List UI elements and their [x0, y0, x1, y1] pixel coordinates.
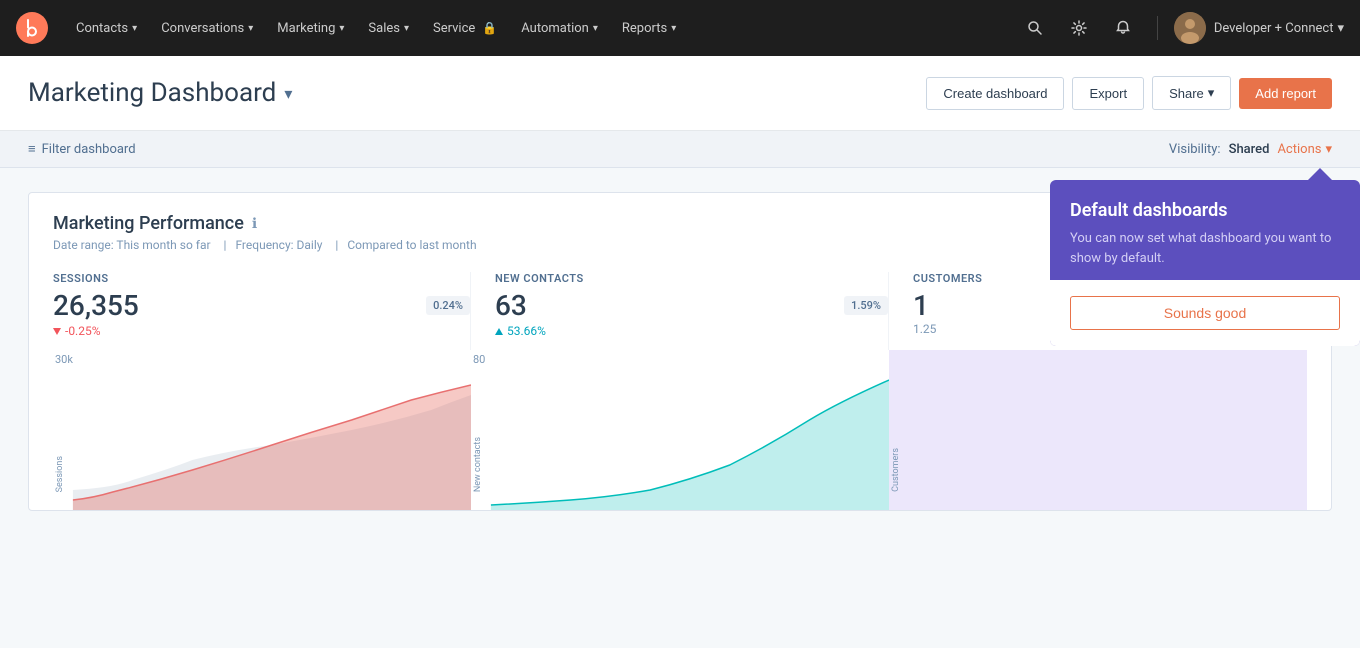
sounds-good-button[interactable]: Sounds good [1070, 296, 1340, 330]
filter-bar: ≡ Filter dashboard Visibility: Shared Ac… [0, 131, 1360, 168]
chart-new-contacts: 80 New contacts [471, 350, 889, 510]
nav-item-service[interactable]: Service 🔒 [421, 0, 509, 56]
trend-down-icon [53, 328, 61, 335]
nav-right: Developer + Connect ▾ [1017, 10, 1344, 46]
export-button[interactable]: Export [1072, 77, 1144, 110]
y-label-contacts: New contacts [473, 437, 483, 492]
nav-item-contacts[interactable]: Contacts ▾ [64, 0, 149, 56]
header-actions: Create dashboard Export Share ▾ Add repo… [926, 76, 1332, 110]
chevron-down-icon: ▾ [1337, 21, 1344, 36]
popup-description: You can now set what dashboard you want … [1070, 229, 1340, 268]
metric-sessions: SESSIONS 26,355 0.24% -0.25% [53, 272, 471, 350]
add-report-button[interactable]: Add report [1239, 78, 1332, 109]
chevron-down-icon: ▾ [404, 23, 409, 34]
title-wrap: Marketing Dashboard ▾ [28, 78, 292, 108]
nav-item-automation[interactable]: Automation ▾ [509, 0, 610, 56]
metric-value-row: 63 1.59% [495, 289, 888, 322]
metric-change-contacts: 53.66% [495, 324, 888, 338]
nav-item-reports[interactable]: Reports ▾ [610, 0, 688, 56]
nav-items: Contacts ▾ Conversations ▾ Marketing ▾ S… [64, 0, 1017, 56]
hubspot-logo[interactable] [16, 12, 48, 44]
y-label-sessions: Sessions [55, 456, 65, 492]
popup-footer: Sounds good [1050, 280, 1360, 346]
avatar[interactable] [1174, 12, 1206, 44]
chevron-down-icon: ▾ [593, 23, 598, 34]
page-title: Marketing Dashboard [28, 78, 276, 108]
chevron-down-icon: ▾ [1325, 142, 1332, 157]
chart-customers: Customers [889, 350, 1307, 510]
nav-item-sales[interactable]: Sales ▾ [356, 0, 421, 56]
filter-right: Visibility: Shared Actions ▾ [1169, 142, 1332, 157]
y-axis-label-top: 80 [473, 354, 485, 365]
lock-icon: 🔒 [482, 21, 497, 35]
metric-value-row: 26,355 0.24% [53, 289, 470, 322]
metric-change-sessions: -0.25% [53, 324, 470, 338]
page-title-chevron[interactable]: ▾ [284, 84, 292, 103]
chevron-down-icon: ▾ [132, 23, 137, 34]
filter-dashboard-button[interactable]: ≡ Filter dashboard [28, 141, 136, 157]
popup-arrow [1308, 168, 1332, 180]
trend-up-icon [495, 328, 503, 335]
chevron-down-icon: ▾ [248, 23, 253, 34]
chevron-down-icon: ▾ [671, 23, 676, 34]
popup-card: Default dashboards You can now set what … [1050, 180, 1360, 346]
notifications-button[interactable] [1105, 10, 1141, 46]
popup-header: Default dashboards You can now set what … [1050, 180, 1360, 280]
chevron-down-icon: ▾ [339, 23, 344, 34]
info-icon[interactable]: ℹ [252, 216, 257, 232]
y-axis-label-top: 30k [55, 354, 73, 365]
share-button[interactable]: Share ▾ [1152, 76, 1231, 110]
default-dashboards-popup: Default dashboards You can now set what … [1050, 168, 1360, 346]
metric-new-contacts: NEW CONTACTS 63 1.59% 53.66% [471, 272, 889, 350]
top-navigation: Contacts ▾ Conversations ▾ Marketing ▾ S… [0, 0, 1360, 56]
charts-row: 30k Sessions 80 New contacts [53, 350, 1307, 510]
search-button[interactable] [1017, 10, 1053, 46]
settings-button[interactable] [1061, 10, 1097, 46]
nav-item-marketing[interactable]: Marketing ▾ [265, 0, 356, 56]
page-header: Marketing Dashboard ▾ Create dashboard E… [0, 56, 1360, 131]
chevron-down-icon: ▾ [1208, 85, 1215, 101]
filter-icon: ≡ [28, 141, 36, 157]
popup-title: Default dashboards [1070, 200, 1340, 221]
nav-item-conversations[interactable]: Conversations ▾ [149, 0, 265, 56]
nav-divider [1157, 16, 1158, 40]
create-dashboard-button[interactable]: Create dashboard [926, 77, 1064, 110]
main-content: Marketing Performance ℹ Date range: This… [0, 168, 1360, 535]
chart-sessions: 30k Sessions [53, 350, 471, 510]
user-menu[interactable]: Developer + Connect ▾ [1214, 21, 1344, 36]
actions-button[interactable]: Actions ▾ [1277, 142, 1332, 157]
y-label-customers: Customers [891, 448, 901, 492]
widget-title: Marketing Performance [53, 213, 244, 234]
